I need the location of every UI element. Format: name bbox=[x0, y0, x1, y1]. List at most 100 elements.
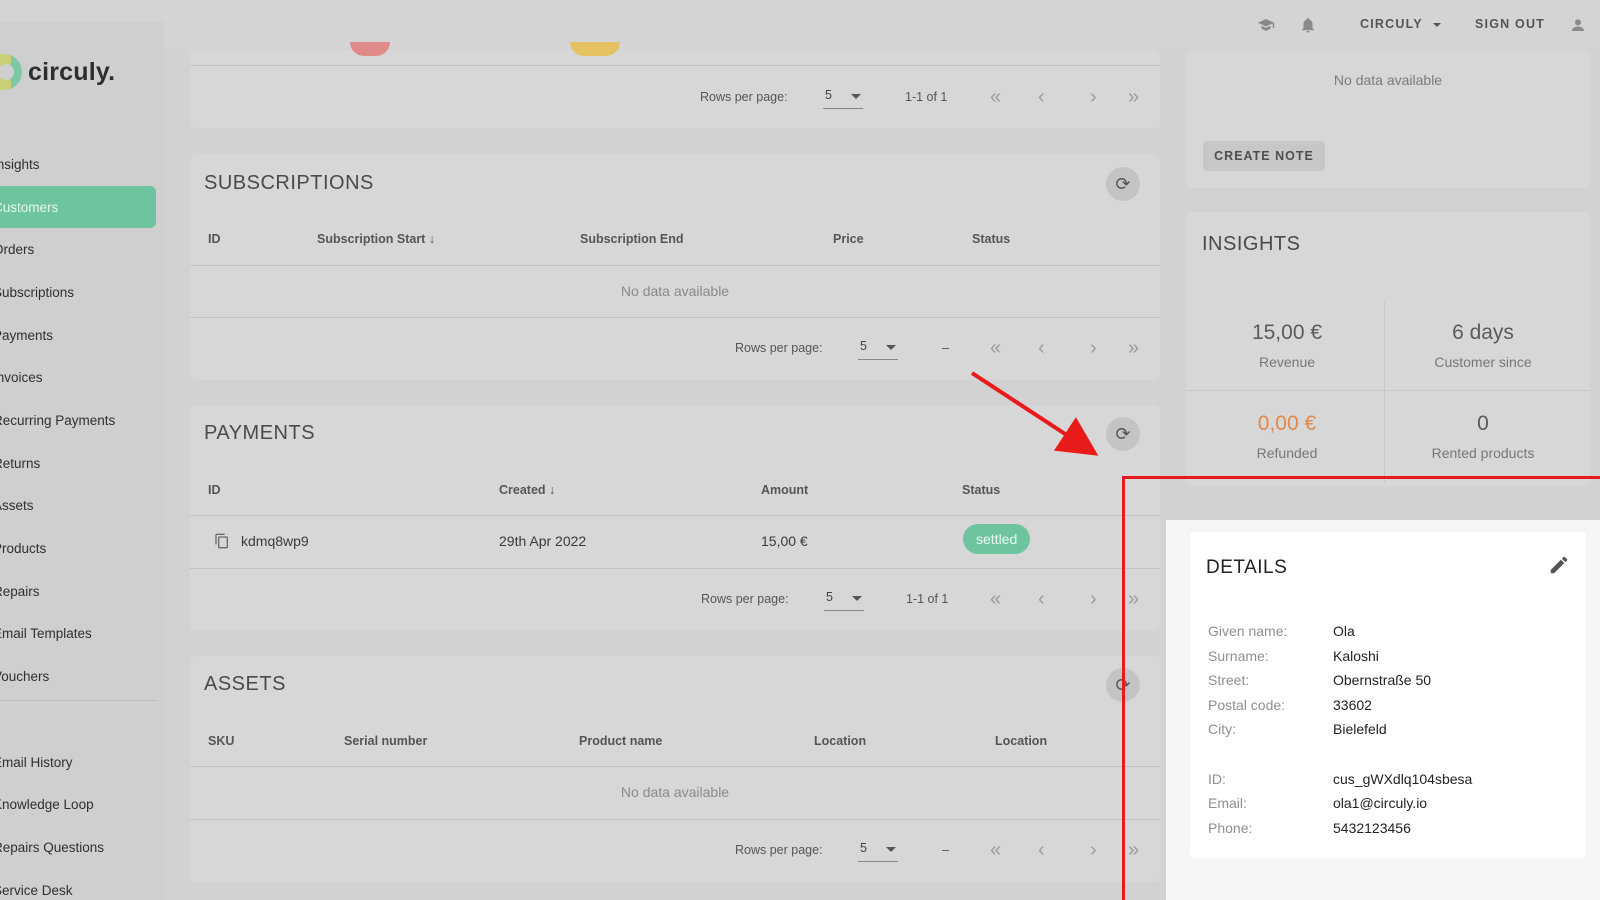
sidebar-item-repairs-questions[interactable]: Repairs Questions bbox=[0, 826, 156, 869]
sidebar-item-orders[interactable]: Orders bbox=[0, 228, 156, 271]
details-card: DETAILS Given name: Ola Surname: Kaloshi… bbox=[1190, 532, 1586, 858]
column-header-price[interactable]: Price bbox=[833, 232, 864, 246]
first-page-icon[interactable]: « bbox=[990, 338, 1001, 358]
sign-out-button[interactable]: SIGN OUT bbox=[1475, 17, 1545, 31]
tenant-menu[interactable]: CIRCULY bbox=[1360, 17, 1442, 31]
postal-code-label: Postal code: bbox=[1208, 697, 1286, 713]
sidebar-item-label: Orders bbox=[0, 242, 35, 258]
column-header-label: Subscription Start bbox=[317, 232, 426, 246]
rows-per-page-label: Rows per page: bbox=[701, 592, 789, 606]
first-page-icon[interactable]: « bbox=[990, 589, 1001, 609]
column-header-subscription-start[interactable]: Subscription Start ↓ bbox=[317, 232, 435, 246]
rows-per-page-select[interactable]: 5 bbox=[823, 85, 863, 109]
rows-per-page-select[interactable]: 5 bbox=[824, 587, 864, 611]
empty-state: No data available bbox=[620, 784, 730, 800]
column-header-id[interactable]: ID bbox=[208, 483, 221, 497]
page-range: 1-1 of 1 bbox=[905, 90, 948, 104]
column-header-amount[interactable]: Amount bbox=[761, 483, 808, 497]
user-icon[interactable] bbox=[1568, 15, 1588, 35]
status-badge: settled bbox=[963, 524, 1031, 554]
sidebar-item-recurring-payments[interactable]: Recurring Payments bbox=[0, 399, 156, 442]
refresh-icon[interactable]: ⟳ bbox=[1106, 417, 1140, 451]
next-page-icon[interactable]: › bbox=[1090, 338, 1097, 358]
sidebar-item-label: Repairs bbox=[0, 583, 40, 599]
first-page-icon[interactable]: « bbox=[990, 87, 1001, 107]
given-name-label: Given name: bbox=[1208, 623, 1288, 639]
payments-title: PAYMENTS bbox=[204, 422, 316, 444]
sidebar-item-label: Subscriptions bbox=[0, 284, 75, 300]
graduation-cap-icon[interactable] bbox=[1256, 15, 1276, 35]
sidebar-item-assets[interactable]: Assets bbox=[0, 485, 156, 528]
column-header-subscription-end[interactable]: Subscription End bbox=[580, 232, 683, 246]
page-range: – bbox=[942, 843, 949, 857]
sidebar-item-vouchers[interactable]: Vouchers bbox=[0, 655, 156, 698]
annotation-frame-top bbox=[1122, 476, 1600, 479]
sidebar-item-knowledge-loop[interactable]: Knowledge Loop bbox=[0, 784, 156, 827]
column-header-created[interactable]: Created ↓ bbox=[499, 483, 555, 497]
sidebar-item-insights[interactable]: Insights bbox=[0, 143, 156, 186]
rows-per-page-value: 5 bbox=[826, 590, 833, 604]
rows-per-page-value: 5 bbox=[860, 841, 867, 855]
sidebar-item-customers[interactable]: Customers bbox=[0, 185, 156, 229]
customer-id-label: ID: bbox=[1208, 771, 1226, 787]
refunded-value: 0,00 € bbox=[1257, 412, 1317, 435]
prev-page-icon[interactable]: ‹ bbox=[1038, 589, 1045, 609]
last-page-icon[interactable]: » bbox=[1128, 589, 1139, 609]
divider bbox=[190, 317, 1160, 318]
payment-amount: 15,00 € bbox=[761, 533, 808, 549]
refresh-icon[interactable]: ⟳ bbox=[1106, 167, 1140, 201]
chevron-down-icon bbox=[886, 345, 896, 350]
divider bbox=[190, 265, 1160, 266]
next-page-icon[interactable]: › bbox=[1090, 87, 1097, 107]
empty-state: No data available bbox=[620, 283, 730, 299]
edit-icon[interactable] bbox=[1548, 554, 1572, 578]
sidebar-item-invoices[interactable]: Invoices bbox=[0, 356, 156, 399]
column-header-status[interactable]: Status bbox=[962, 483, 1000, 497]
last-page-icon[interactable]: » bbox=[1128, 840, 1139, 860]
prev-page-icon[interactable]: ‹ bbox=[1038, 87, 1045, 107]
customer-since-value: 6 days bbox=[1452, 321, 1514, 344]
sidebar-item-returns[interactable]: Returns bbox=[0, 442, 156, 485]
rented-products-label: Rented products bbox=[1431, 445, 1535, 461]
last-page-icon[interactable]: » bbox=[1128, 338, 1139, 358]
arrow-down-icon: ↓ bbox=[549, 483, 556, 497]
rows-per-page-label: Rows per page: bbox=[735, 843, 823, 857]
sidebar-item-email-templates[interactable]: Email Templates bbox=[0, 613, 156, 656]
insights-title: INSIGHTS bbox=[1202, 233, 1301, 255]
sidebar-item-repairs[interactable]: Repairs bbox=[0, 570, 156, 613]
surname-value: Kaloshi bbox=[1333, 648, 1379, 664]
sidebar-item-service-desk[interactable]: Service Desk bbox=[0, 869, 156, 900]
column-header-location-2[interactable]: Location bbox=[995, 734, 1047, 748]
prev-page-icon[interactable]: ‹ bbox=[1038, 338, 1045, 358]
rows-per-page-value: 5 bbox=[825, 88, 832, 102]
chevron-down-icon bbox=[1433, 22, 1442, 27]
column-header-location[interactable]: Location bbox=[814, 734, 866, 748]
divider bbox=[1384, 302, 1385, 482]
sidebar-item-subscriptions[interactable]: Subscriptions bbox=[0, 271, 156, 314]
sidebar-item-email-history[interactable]: Email History bbox=[0, 741, 156, 784]
last-page-icon[interactable]: » bbox=[1128, 87, 1139, 107]
copy-icon[interactable] bbox=[214, 533, 230, 549]
rows-per-page-select[interactable]: 5 bbox=[858, 336, 898, 360]
given-name-value: Ola bbox=[1333, 623, 1355, 639]
column-header-id[interactable]: ID bbox=[208, 232, 221, 246]
first-page-icon[interactable]: « bbox=[990, 840, 1001, 860]
create-note-button[interactable]: CREATE NOTE bbox=[1203, 141, 1325, 171]
chevron-down-icon bbox=[851, 94, 861, 99]
bell-icon[interactable] bbox=[1298, 15, 1318, 35]
column-header-product-name[interactable]: Product name bbox=[579, 734, 662, 748]
next-page-icon[interactable]: › bbox=[1090, 589, 1097, 609]
insights-card: INSIGHTS 15,00 € Revenue 6 days Customer… bbox=[1186, 212, 1590, 487]
street-label: Street: bbox=[1208, 672, 1250, 688]
prev-page-icon[interactable]: ‹ bbox=[1038, 840, 1045, 860]
next-page-icon[interactable]: › bbox=[1090, 840, 1097, 860]
sidebar-item-products[interactable]: Products bbox=[0, 527, 156, 570]
column-header-status[interactable]: Status bbox=[972, 232, 1010, 246]
logo[interactable]: circuly. bbox=[0, 52, 115, 92]
column-header-sku[interactable]: SKU bbox=[208, 734, 234, 748]
sidebar: circuly. Insights Customers Orders Subsc… bbox=[0, 22, 164, 900]
sidebar-item-payments[interactable]: Payments bbox=[0, 314, 156, 357]
sidebar-item-label: Email Templates bbox=[0, 626, 92, 642]
column-header-serial-number[interactable]: Serial number bbox=[344, 734, 427, 748]
rows-per-page-select[interactable]: 5 bbox=[858, 838, 898, 862]
